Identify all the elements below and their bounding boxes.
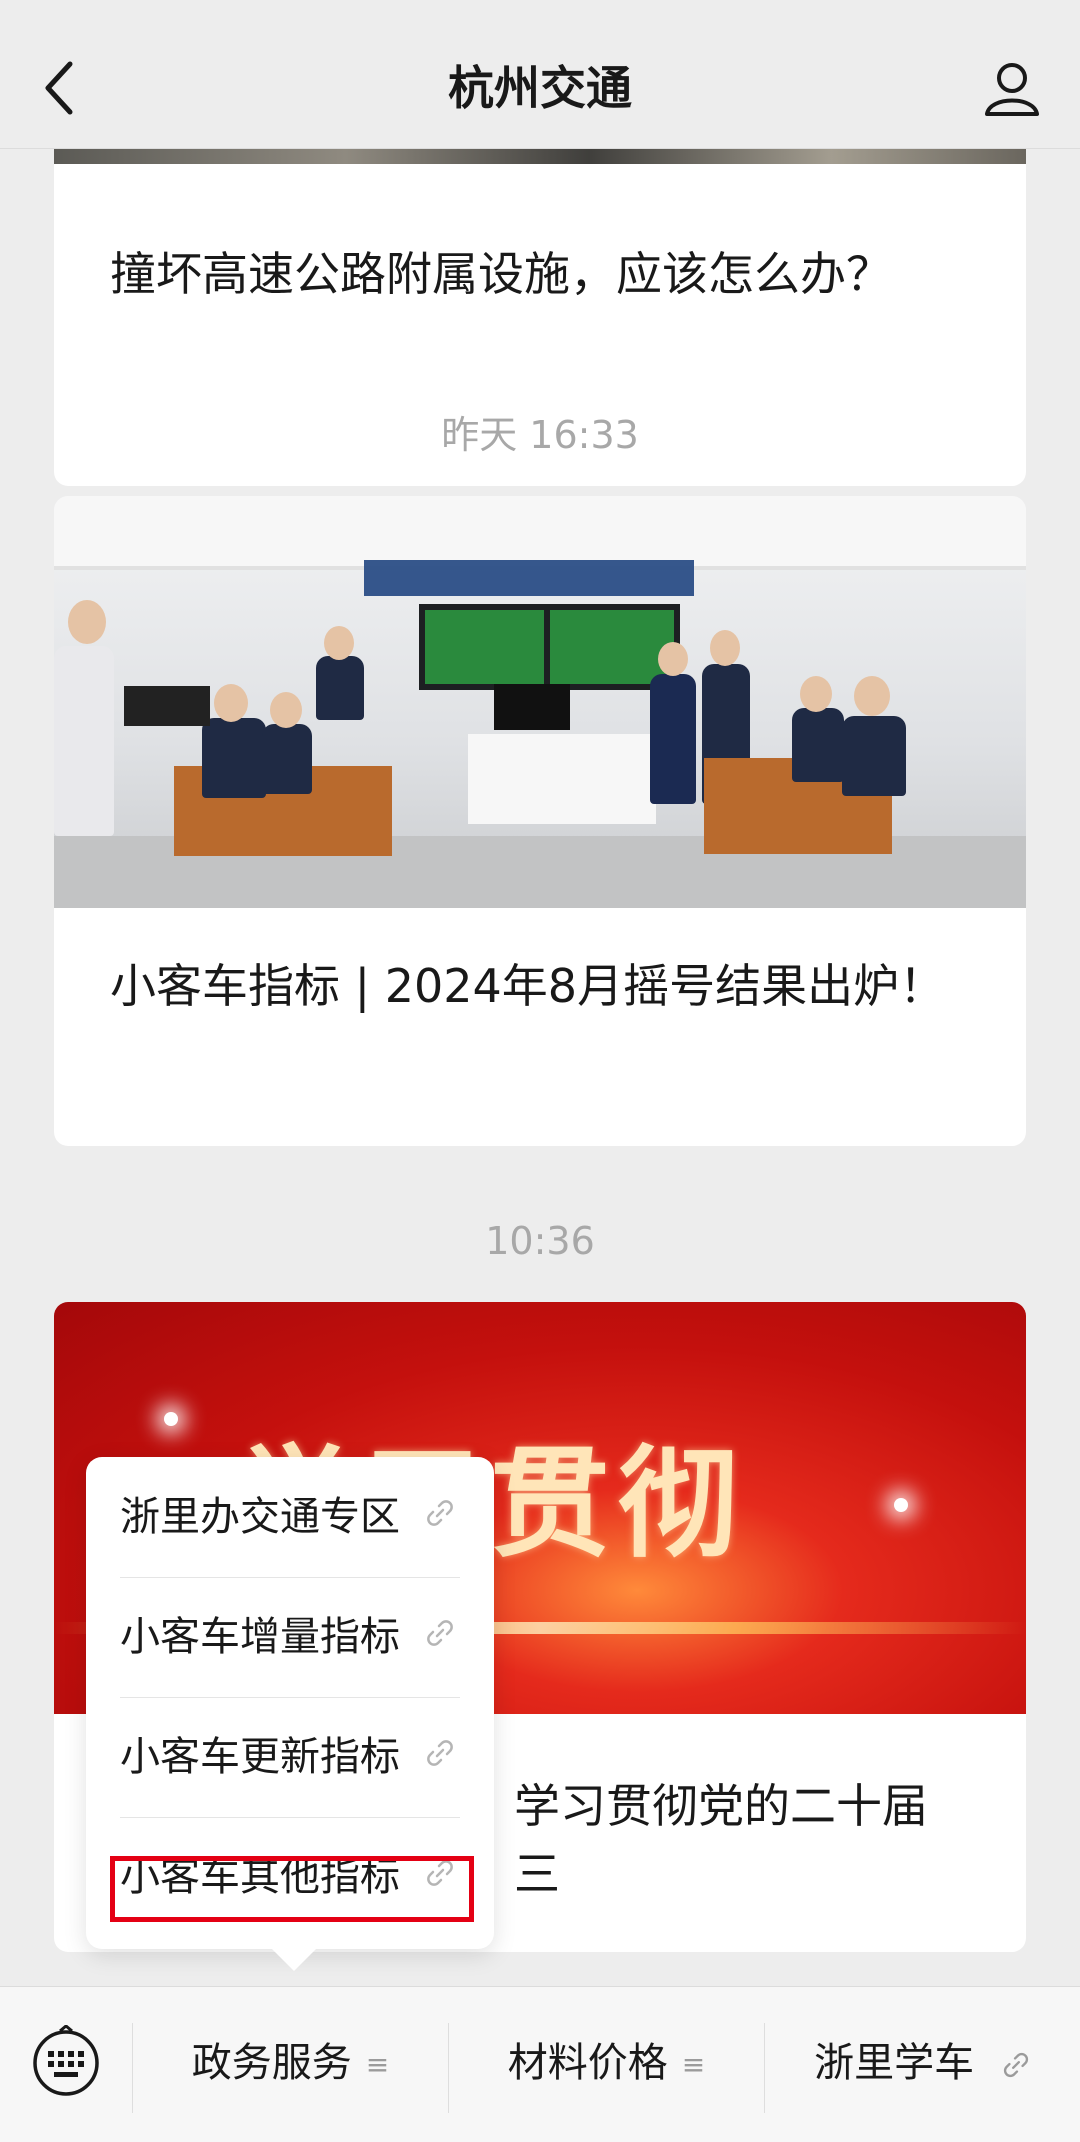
article-cover-image: [54, 496, 1026, 908]
article-title: 撞坏高速公路附属设施，应该怎么办？: [110, 247, 892, 301]
menu-button-label: 材料价格: [507, 2040, 668, 2086]
link-icon: [427, 1620, 453, 1646]
submenu-item-label: 浙里办交通专区: [120, 1494, 400, 1540]
keyboard-icon[interactable]: [30, 2025, 102, 2097]
bottom-menu-bar: 政务服务 ≡ 材料价格 ≡ 浙里学车: [0, 1986, 1080, 2142]
menu-lines-icon: ≡: [365, 2048, 390, 2081]
timestamp: 昨天 16:33: [441, 413, 639, 457]
top-navbar: 杭州交通: [0, 0, 1080, 149]
article-card[interactable]: 小客车指标 | 2024年8月摇号结果出炉！: [54, 496, 1026, 1146]
popup-pointer: [272, 1949, 316, 1971]
link-icon: [1003, 2052, 1028, 2078]
menu-lines-icon: ≡: [681, 2048, 706, 2081]
submenu-item-label: 小客车更新指标: [120, 1734, 400, 1780]
submenu-item-renewal-quota[interactable]: 小客车更新指标: [120, 1697, 460, 1817]
timestamp: 10:36: [485, 1219, 595, 1263]
page-title: 杭州交通: [448, 61, 632, 115]
link-icon: [427, 1500, 453, 1526]
menu-button-label: 政务服务: [191, 2040, 352, 2086]
menu-button-label: 浙里学车: [814, 2040, 975, 2086]
submenu-item-zheliban[interactable]: 浙里办交通专区: [120, 1457, 460, 1577]
menu-button-material-prices[interactable]: 材料价格 ≡: [449, 2025, 764, 2101]
article-thumbnail: [54, 148, 1026, 164]
submenu-item-increment-quota[interactable]: 小客车增量指标: [120, 1577, 460, 1697]
user-icon[interactable]: [982, 58, 1042, 118]
link-icon: [427, 1740, 453, 1766]
menu-button-zheli-driving[interactable]: 浙里学车: [765, 2025, 1080, 2101]
highlight-box: [110, 1856, 474, 1922]
article-title: 小客车指标 | 2024年8月摇号结果出炉！: [110, 959, 946, 1013]
submenu-item-label: 小客车增量指标: [120, 1614, 400, 1660]
menu-button-government-services[interactable]: 政务服务 ≡: [133, 2025, 448, 2101]
